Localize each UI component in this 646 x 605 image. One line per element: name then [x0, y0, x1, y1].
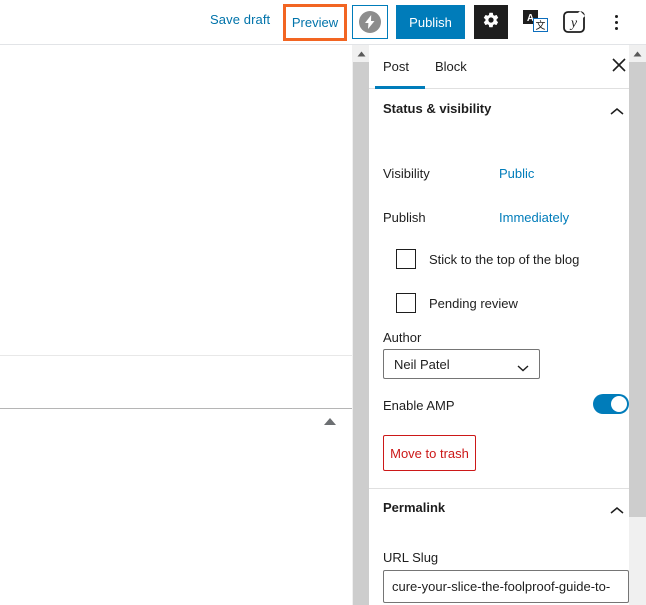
author-label: Author [383, 330, 422, 345]
close-icon [612, 57, 626, 77]
tab-post[interactable]: Post [383, 59, 409, 74]
pending-review-label: Pending review [429, 295, 518, 311]
more-options-button[interactable] [604, 8, 628, 36]
checkbox-icon[interactable] [396, 249, 416, 269]
enable-amp-toggle[interactable] [593, 394, 629, 414]
sidebar-tabs: Post Block [369, 45, 629, 89]
more-vertical-icon [614, 14, 618, 18]
chevron-up-icon [609, 502, 625, 518]
amp-lightning-icon [359, 11, 381, 33]
publish-date-value-button[interactable]: Immediately [499, 210, 569, 225]
yoast-seo-icon: y [560, 10, 588, 40]
panel-title: Status & visibility [383, 101, 492, 116]
translate-icon: A 文 [522, 10, 550, 39]
scroll-up-arrow-icon[interactable] [353, 45, 369, 62]
preview-button[interactable]: Preview [292, 15, 338, 30]
triangle-up-icon [324, 418, 336, 425]
more-vertical-icon [614, 20, 618, 24]
enable-amp-label: Enable AMP [383, 398, 455, 413]
translate-button[interactable]: A 文 [522, 9, 550, 35]
amp-toggle-button[interactable] [352, 5, 388, 39]
panel-title: Permalink [383, 500, 446, 515]
svg-text:文: 文 [536, 19, 546, 32]
chevron-down-icon [517, 359, 529, 372]
url-slug-input[interactable] [383, 570, 629, 603]
editor-toolbar: Save draft Preview Publish A 文 y [0, 0, 646, 45]
sticky-post-checkbox-row[interactable]: Stick to the top of the blog [383, 249, 579, 269]
publish-date-label: Publish [383, 210, 426, 225]
toggle-knob [611, 396, 627, 412]
pending-review-checkbox-row[interactable]: Pending review [383, 293, 518, 313]
save-draft-button[interactable]: Save draft [210, 12, 270, 27]
panel-header-status-visibility[interactable]: Status & visibility [369, 89, 629, 133]
window-vertical-scrollbar[interactable] [352, 45, 369, 605]
preview-button-highlight: Preview [283, 4, 347, 41]
settings-sidebar: Post Block Status & visibility Visibilit [369, 45, 646, 605]
svg-text:y: y [569, 16, 578, 31]
settings-button[interactable] [474, 5, 508, 39]
author-selected-value: Neil Patel [394, 357, 450, 372]
post-editor-canvas[interactable] [0, 45, 352, 605]
panel-header-permalink[interactable]: Permalink [369, 488, 629, 532]
more-vertical-icon [614, 26, 618, 30]
gear-icon [482, 11, 500, 34]
block-divider-bottom [0, 408, 352, 409]
visibility-value-button[interactable]: Public [499, 166, 534, 181]
wordpress-block-editor: Save draft Preview Publish A 文 y Post Bl… [0, 0, 646, 605]
chevron-up-icon [609, 103, 625, 119]
url-slug-label: URL Slug [383, 550, 439, 565]
visibility-label: Visibility [383, 166, 430, 181]
scroll-up-arrow-icon[interactable] [629, 45, 646, 62]
checkbox-icon[interactable] [396, 293, 416, 313]
block-divider-top [0, 355, 352, 356]
publish-button[interactable]: Publish [396, 5, 465, 39]
close-sidebar-button[interactable] [609, 57, 629, 77]
sidebar-vertical-scrollbar[interactable] [629, 45, 646, 605]
sticky-post-label: Stick to the top of the blog [429, 251, 580, 267]
author-select[interactable]: Neil Patel [383, 349, 540, 379]
yoast-seo-button[interactable]: y [560, 8, 588, 36]
tab-block[interactable]: Block [435, 59, 467, 74]
move-to-trash-button[interactable]: Move to trash [383, 435, 476, 471]
scrollbar-thumb[interactable] [629, 62, 646, 517]
